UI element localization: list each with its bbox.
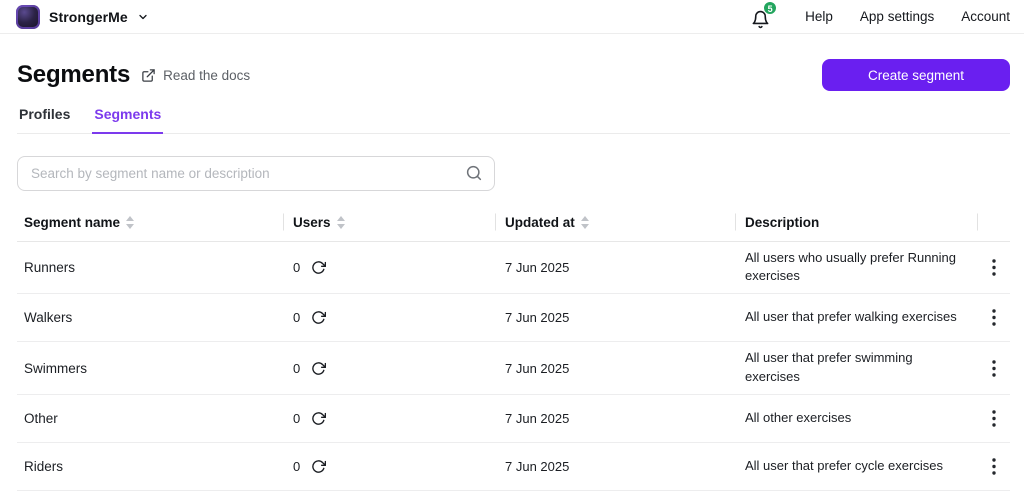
row-menu-button[interactable]	[982, 406, 1006, 430]
refresh-users-button[interactable]	[309, 409, 327, 427]
table-header: Segment name Users Updated at Descriptio…	[17, 204, 1010, 242]
segment-name-cell: Riders	[24, 458, 64, 474]
description-cell: All user that prefer cycle exercises	[745, 457, 943, 473]
kebab-menu-icon	[991, 309, 996, 326]
users-count: 0	[293, 360, 301, 376]
top-nav: 5 Help App settings Account	[748, 0, 1010, 29]
kebab-menu-icon	[991, 259, 996, 276]
page-header: Segments Read the docs Create segment	[17, 59, 1010, 91]
nav-app-settings[interactable]: App settings	[860, 9, 934, 24]
description-cell: All user that prefer walking exercises	[745, 309, 957, 325]
kebab-menu-icon	[991, 359, 996, 377]
users-cell: 0	[283, 457, 495, 475]
users-cell: 0	[283, 309, 495, 327]
segment-name-cell: Other	[24, 410, 58, 426]
segments-table: Segment name Users Updated at Descriptio…	[17, 204, 1010, 491]
description-cell: All other exercises	[745, 409, 852, 425]
refresh-icon	[311, 412, 326, 425]
sort-icon	[126, 215, 135, 229]
search-icon	[466, 165, 482, 180]
column-header-updated-at[interactable]: Updated at	[495, 204, 735, 241]
tab-profiles[interactable]: Profiles	[17, 106, 72, 134]
sort-icon	[580, 215, 589, 229]
column-header-users[interactable]: Users	[283, 204, 495, 241]
refresh-users-button[interactable]	[309, 457, 327, 475]
tab-bar: Profiles Segments	[17, 106, 1010, 134]
docs-link-label: Read the docs	[163, 67, 251, 83]
row-menu-button[interactable]	[982, 255, 1006, 279]
users-count: 0	[293, 310, 301, 326]
users-count: 0	[293, 458, 301, 474]
notification-badge: 5	[763, 0, 778, 15]
description-cell: All users who usually prefer Running exe…	[745, 249, 956, 284]
kebab-menu-icon	[991, 410, 996, 427]
table-row: Swimmers 0 7 Jun 2025 All user that pref…	[17, 342, 1010, 395]
kebab-menu-icon	[991, 458, 996, 475]
updated-at-cell: 7 Jun 2025	[505, 360, 570, 376]
updated-at-cell: 7 Jun 2025	[505, 410, 570, 426]
users-count: 0	[293, 259, 301, 275]
table-row: Walkers 0 7 Jun 2025 All user that prefe…	[17, 294, 1010, 343]
segment-search	[17, 155, 495, 191]
users-cell: 0	[283, 359, 495, 377]
table-row: Runners 0 7 Jun 2025 All users who usual…	[17, 242, 1010, 295]
column-header-description: Description	[735, 204, 977, 241]
actions-cell	[977, 356, 1010, 380]
actions-cell	[977, 406, 1010, 430]
column-header-actions	[977, 204, 1010, 241]
row-menu-button[interactable]	[982, 454, 1006, 478]
chevron-down-icon	[139, 14, 147, 19]
top-bar: StrongerMe 5 Help App settings Account	[0, 0, 1024, 34]
refresh-users-button[interactable]	[309, 359, 327, 377]
app-name: StrongerMe	[49, 8, 128, 25]
updated-at-cell: 7 Jun 2025	[505, 259, 570, 275]
page-title: Segments	[17, 61, 131, 88]
sort-icon	[336, 215, 345, 229]
tab-segments[interactable]: Segments	[92, 106, 164, 134]
nav-help[interactable]: Help	[805, 9, 833, 24]
segment-name-cell: Runners	[24, 259, 76, 275]
users-count: 0	[293, 410, 301, 426]
table-row: Riders 0 7 Jun 2025 All user that prefer…	[17, 443, 1010, 491]
actions-cell	[977, 306, 1010, 330]
refresh-icon	[311, 460, 326, 473]
segment-name-cell: Swimmers	[24, 360, 87, 376]
row-menu-button[interactable]	[982, 356, 1006, 380]
column-header-segment-name[interactable]: Segment name	[17, 204, 283, 241]
app-logo	[16, 4, 40, 29]
description-cell: All user that prefer swimming exercises	[745, 350, 913, 385]
external-link-icon	[142, 68, 155, 82]
search-input[interactable]	[17, 155, 495, 191]
refresh-icon	[311, 361, 326, 375]
create-segment-button[interactable]: Create segment	[822, 59, 1010, 91]
notifications-button[interactable]: 5	[748, 0, 778, 29]
refresh-users-button[interactable]	[309, 258, 327, 276]
actions-cell	[977, 454, 1010, 478]
row-menu-button[interactable]	[982, 306, 1006, 330]
updated-at-cell: 7 Jun 2025	[505, 310, 570, 326]
refresh-icon	[311, 311, 326, 324]
refresh-icon	[311, 261, 326, 274]
table-row: Other 0 7 Jun 2025 All other exercises	[17, 395, 1010, 443]
segment-name-cell: Walkers	[24, 310, 73, 326]
docs-link[interactable]: Read the docs	[141, 68, 250, 83]
workspace-switcher[interactable]: StrongerMe	[16, 4, 149, 29]
table-body: Runners 0 7 Jun 2025 All users who usual…	[17, 242, 1010, 491]
users-cell: 0	[283, 258, 495, 276]
nav-account[interactable]: Account	[961, 9, 1010, 24]
updated-at-cell: 7 Jun 2025	[505, 458, 570, 474]
refresh-users-button[interactable]	[309, 309, 327, 327]
users-cell: 0	[283, 409, 495, 427]
actions-cell	[977, 255, 1010, 279]
segments-page: StrongerMe 5 Help App settings Account S…	[0, 0, 1024, 497]
